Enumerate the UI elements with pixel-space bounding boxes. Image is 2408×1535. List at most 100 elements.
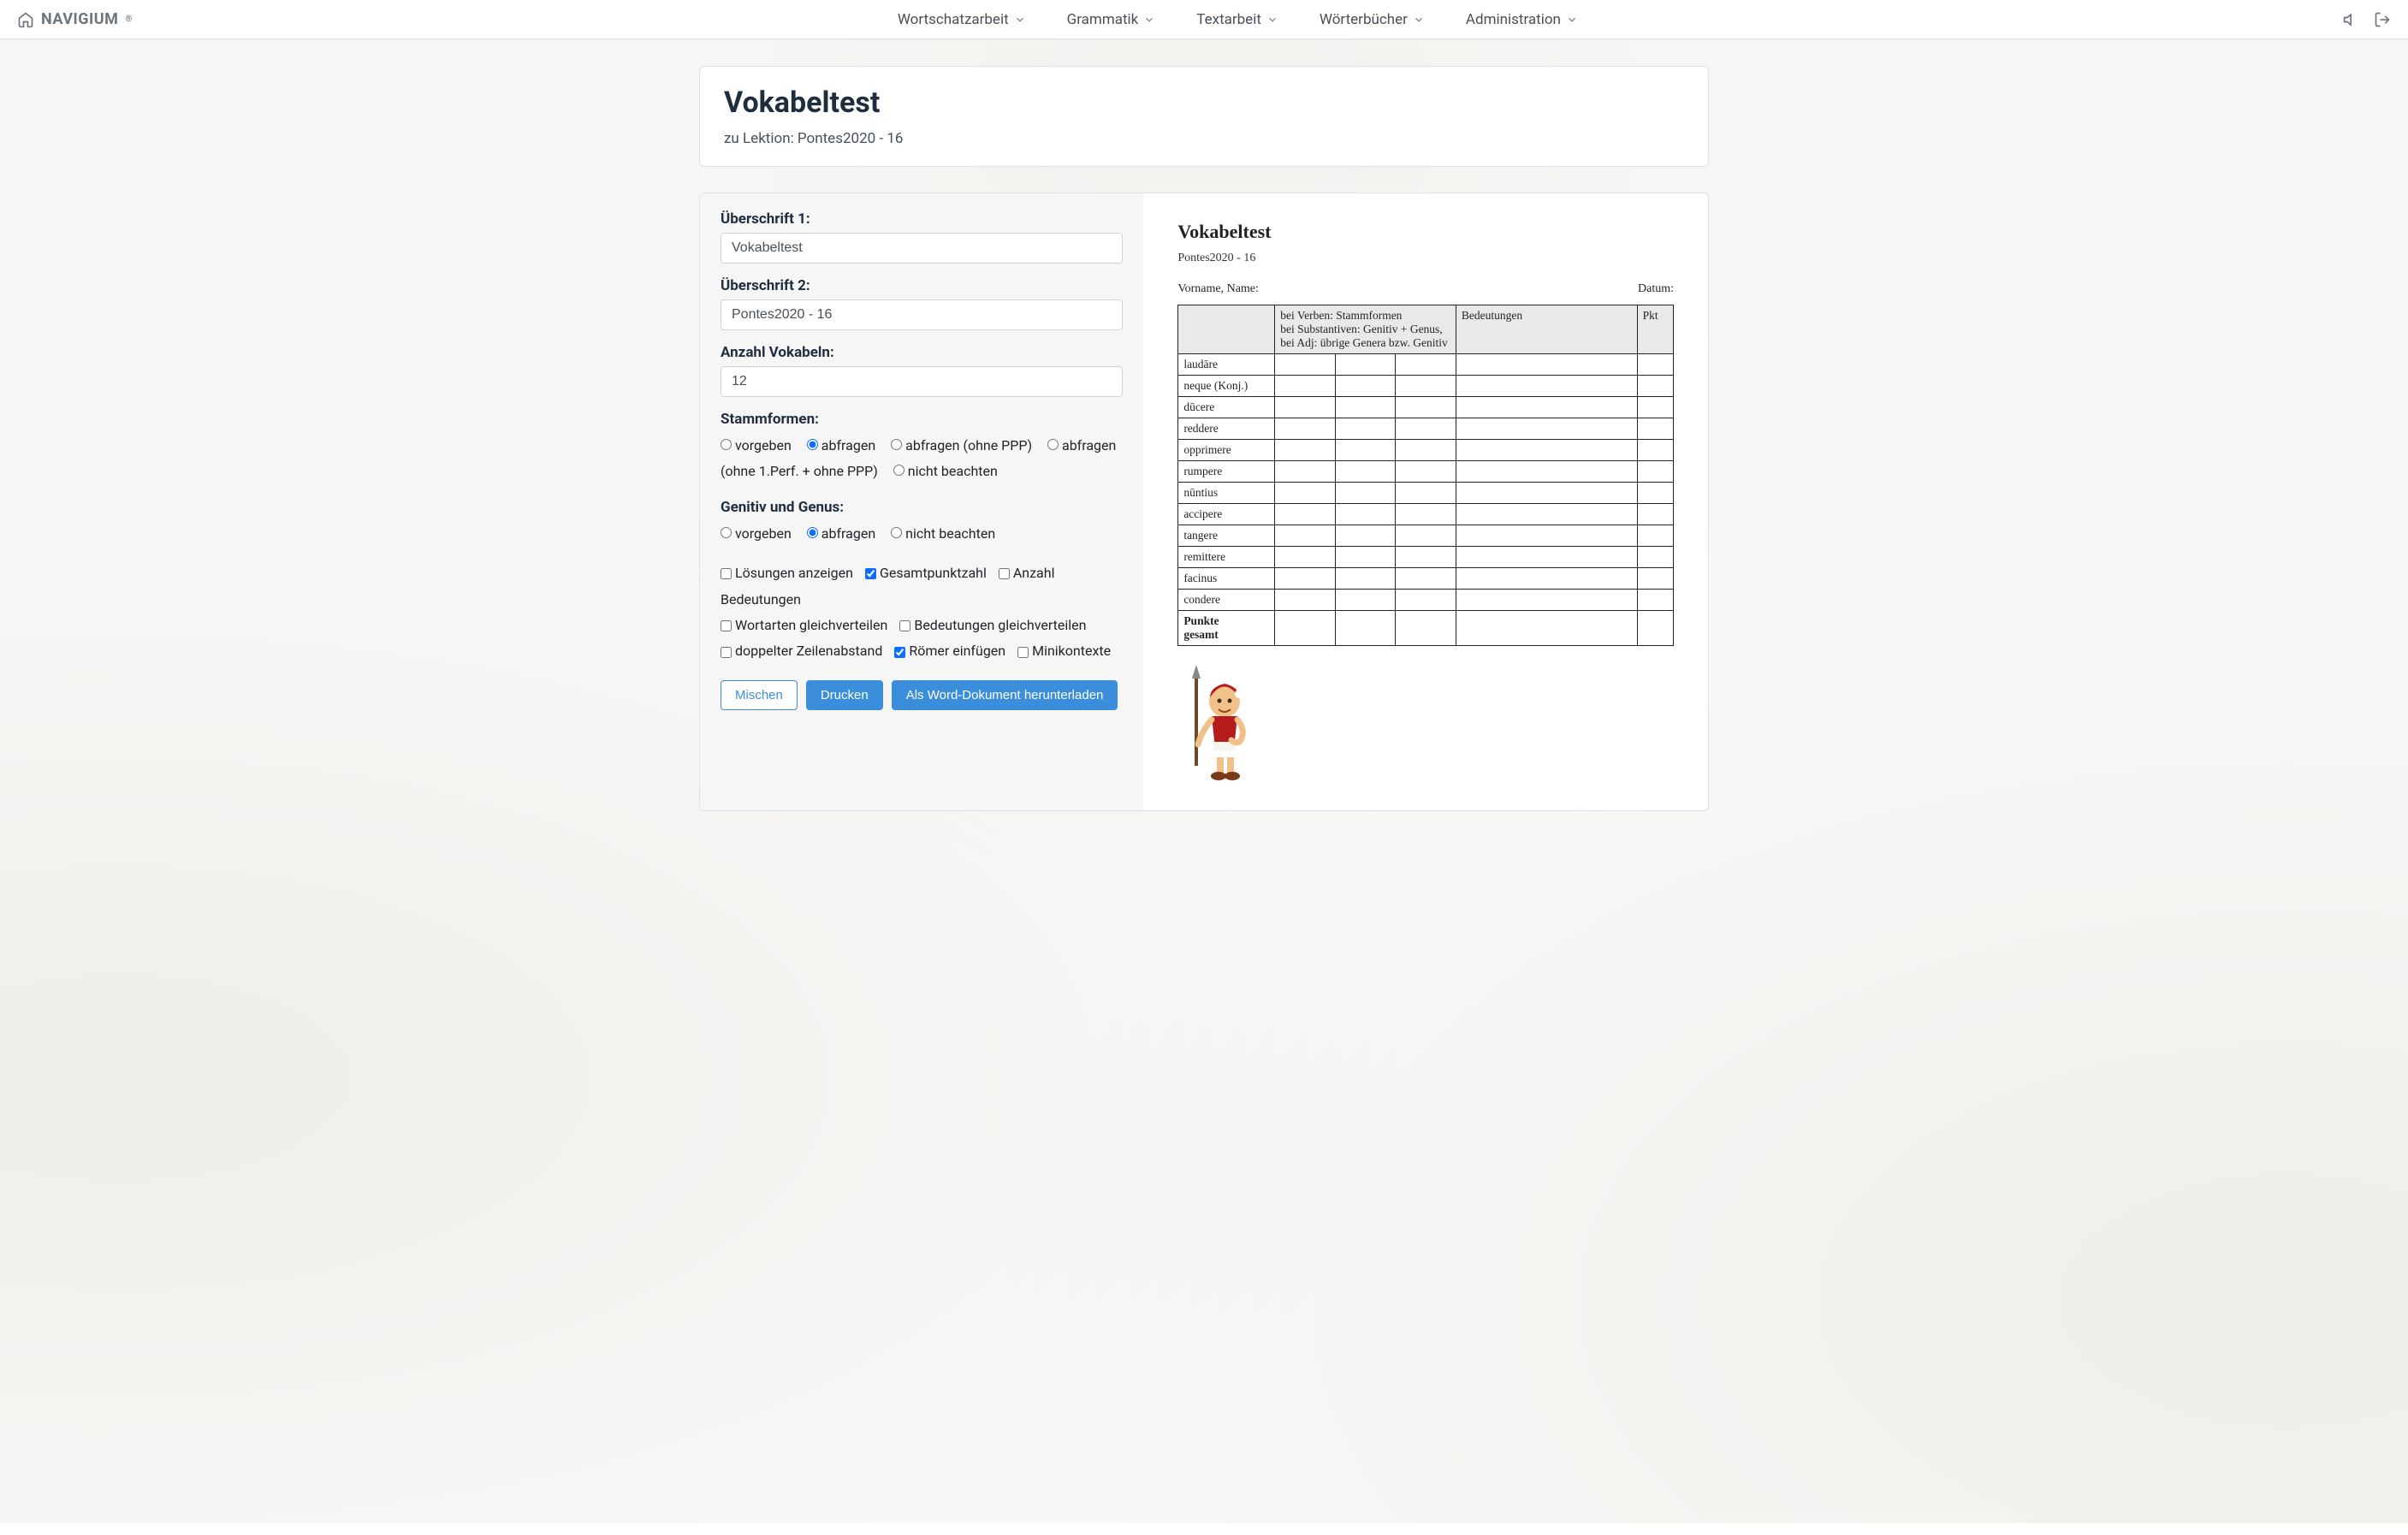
heading1-input[interactable] [721, 233, 1123, 264]
empty-cell [1456, 376, 1637, 397]
empty-cell [1335, 376, 1396, 397]
cb-bedeutungen-gleich[interactable] [899, 620, 910, 631]
table-row: reddere [1178, 418, 1674, 440]
cb-anzahl-bedeutungen[interactable] [999, 568, 1010, 579]
cb-loesungen[interactable] [721, 568, 732, 579]
preview-name-label: Vorname, Name: [1177, 282, 1259, 296]
genitiv-label: Genitiv und Genus: [721, 499, 1123, 516]
sound-icon[interactable] [2343, 11, 2360, 28]
empty-cell [1335, 440, 1396, 461]
table-row: neque (Konj.) [1178, 376, 1674, 397]
chevron-down-icon [1566, 14, 1578, 26]
empty-cell [1335, 590, 1396, 611]
word-cell: accipere [1178, 504, 1275, 525]
nav-item-grammatik[interactable]: Grammatik [1067, 11, 1156, 28]
empty-cell [1637, 376, 1673, 397]
print-button[interactable]: Drucken [806, 680, 883, 710]
empty-cell [1396, 611, 1456, 646]
empty-cell [1335, 547, 1396, 568]
logout-icon[interactable] [2374, 11, 2391, 28]
word-download-button[interactable]: Als Word-Dokument herunterladen [892, 680, 1118, 710]
empty-cell [1275, 461, 1336, 483]
navbar-right [2343, 11, 2391, 28]
preview-panel: Vokabeltest Pontes2020 - 16 Vorname, Nam… [1143, 193, 1708, 810]
word-cell: nūntius [1178, 483, 1275, 504]
count-input[interactable] [721, 366, 1123, 397]
empty-cell [1396, 376, 1456, 397]
empty-cell [1275, 590, 1336, 611]
nav-item-wortschatz[interactable]: Wortschatzarbeit [898, 11, 1026, 28]
preview-title: Vokabeltest [1177, 221, 1674, 243]
table-row: dūcere [1178, 397, 1674, 418]
table-row: remittere [1178, 547, 1674, 568]
th-points: Pkt [1637, 305, 1673, 354]
empty-cell [1275, 397, 1336, 418]
cb-gesamtpunktzahl[interactable] [865, 568, 876, 579]
empty-cell [1396, 483, 1456, 504]
empty-cell [1396, 418, 1456, 440]
empty-cell [1637, 611, 1673, 646]
empty-cell [1335, 418, 1396, 440]
vokabel-table: bei Verben: Stammformen bei Substantiven… [1177, 305, 1674, 646]
chevron-down-icon [1014, 14, 1026, 26]
empty-cell [1396, 440, 1456, 461]
page-header: Vokabeltest zu Lektion: Pontes2020 - 16 [699, 66, 1709, 167]
gg-radio-abfragen[interactable] [807, 527, 818, 538]
empty-cell [1335, 525, 1396, 547]
heading2-label: Überschrift 2: [721, 277, 1123, 294]
empty-cell [1456, 590, 1637, 611]
th-stems: bei Verben: Stammformen bei Substantiven… [1275, 305, 1456, 354]
empty-cell [1637, 354, 1673, 376]
sf-radio-vorgeben[interactable] [721, 439, 732, 450]
brand-link[interactable]: NAVIGIUM ® [17, 10, 133, 28]
chevron-down-icon [1266, 14, 1278, 26]
empty-cell [1275, 568, 1336, 590]
word-cell: tangere [1178, 525, 1275, 547]
sf-radio-abfragen-ohne-ppp[interactable] [891, 439, 902, 450]
mix-button[interactable]: Mischen [721, 680, 798, 710]
chevron-down-icon [1143, 14, 1155, 26]
empty-cell [1637, 547, 1673, 568]
nav-item-woerterbuecher[interactable]: Wörterbücher [1320, 11, 1425, 28]
cb-zeilenabstand[interactable] [721, 647, 732, 658]
cb-roemer[interactable] [894, 647, 905, 658]
gg-radio-vorgeben[interactable] [721, 527, 732, 538]
table-row: tangere [1178, 525, 1674, 547]
heading2-input[interactable] [721, 299, 1123, 330]
cb-wortarten[interactable] [721, 620, 732, 631]
empty-cell [1275, 418, 1336, 440]
gg-radio-nicht-beachten[interactable] [891, 527, 902, 538]
nav-item-textarbeit[interactable]: Textarbeit [1196, 11, 1278, 28]
empty-cell [1637, 504, 1673, 525]
empty-cell [1275, 354, 1336, 376]
home-icon [17, 11, 34, 28]
sf-radio-abfragen[interactable] [807, 439, 818, 450]
table-row: facinus [1178, 568, 1674, 590]
empty-cell [1456, 611, 1637, 646]
empty-cell [1456, 354, 1637, 376]
brand-sup: ® [125, 15, 132, 24]
th-meanings: Bedeutungen [1456, 305, 1637, 354]
total-label-cell: Punktegesamt [1178, 611, 1275, 646]
nav-item-administration[interactable]: Administration [1466, 11, 1578, 28]
empty-cell [1335, 483, 1396, 504]
empty-cell [1275, 440, 1336, 461]
empty-cell [1275, 483, 1336, 504]
genitiv-options: vorgeben abfragen nicht beachten [721, 521, 1123, 547]
empty-cell [1396, 568, 1456, 590]
word-cell: dūcere [1178, 397, 1275, 418]
cb-minikontexte[interactable] [1017, 647, 1029, 658]
chevron-down-icon [1413, 14, 1425, 26]
brand-text: NAVIGIUM [41, 10, 118, 28]
word-cell: rumpere [1178, 461, 1275, 483]
empty-cell [1637, 461, 1673, 483]
page-subtitle: zu Lektion: Pontes2020 - 16 [724, 130, 1684, 147]
sf-radio-abfragen-ohne-perf[interactable] [1047, 439, 1059, 450]
table-row: condere [1178, 590, 1674, 611]
empty-cell [1456, 418, 1637, 440]
preview-date-label: Datum: [1638, 282, 1674, 296]
empty-cell [1396, 354, 1456, 376]
sf-radio-nicht-beachten[interactable] [893, 465, 904, 476]
empty-cell [1396, 547, 1456, 568]
navbar-menu: Wortschatzarbeit Grammatik Textarbeit Wö… [898, 11, 1578, 28]
